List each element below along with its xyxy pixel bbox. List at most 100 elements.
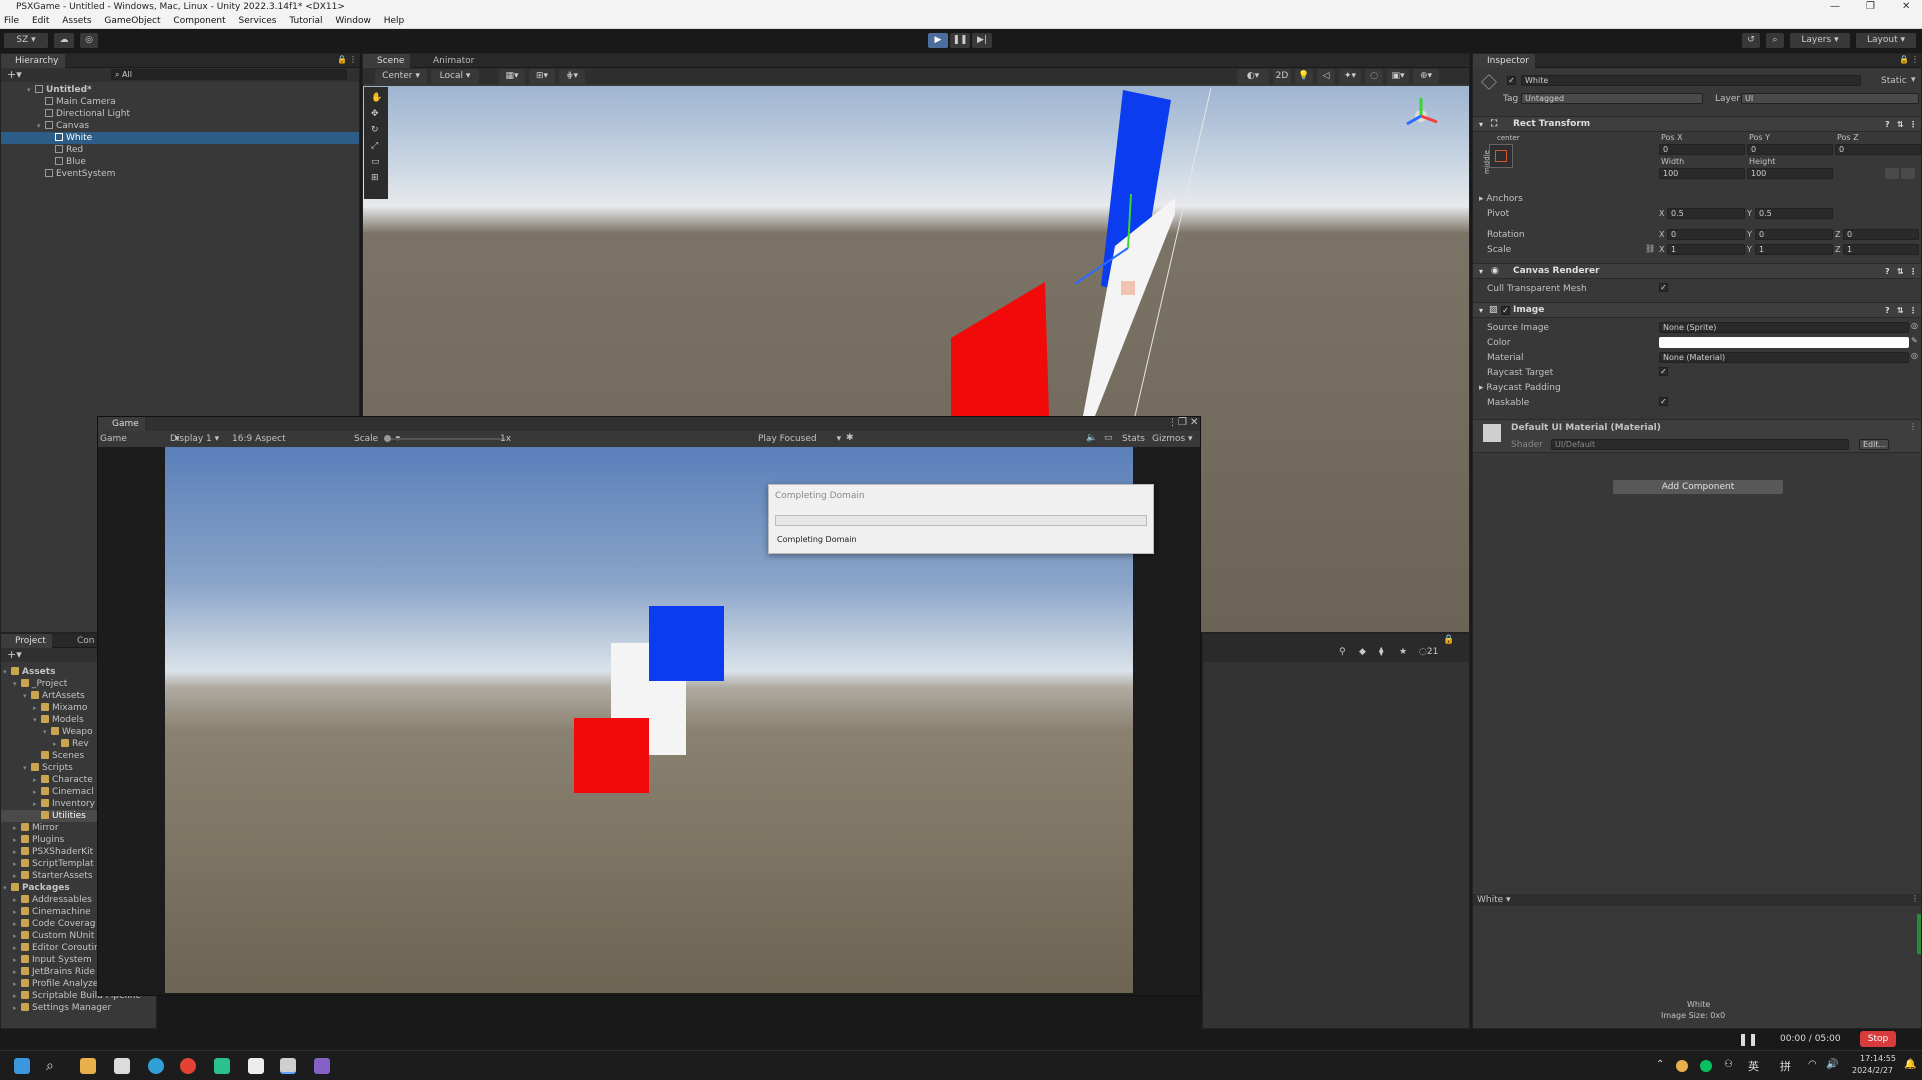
- hierarchy-item-scene[interactable]: ▾ Untitled*: [1, 84, 359, 96]
- active-checkbox[interactable]: ✓: [1507, 76, 1516, 85]
- gizmos-icon[interactable]: ⊕▾: [1413, 69, 1439, 84]
- rotation-x-field[interactable]: 0: [1667, 229, 1745, 240]
- label-filter-icon[interactable]: ⧫: [1379, 647, 1383, 657]
- raw-edit-button[interactable]: [1901, 168, 1915, 179]
- hierarchy-item-red[interactable]: Red: [1, 144, 359, 156]
- wifi-icon[interactable]: ◠: [1808, 1059, 1817, 1070]
- gizmos-dropdown[interactable]: Gizmos ▾: [1152, 434, 1193, 444]
- scale-z-field[interactable]: 1: [1843, 244, 1919, 255]
- project-item[interactable]: ▾ _Project: [1, 678, 67, 690]
- hierarchy-item-eventsystem[interactable]: EventSystem: [1, 168, 359, 180]
- chrome-icon[interactable]: [180, 1058, 196, 1074]
- lock-icon[interactable]: 🔒: [337, 55, 347, 64]
- link-icon[interactable]: ⛓: [1645, 244, 1655, 253]
- preset-icon[interactable]: ⇅: [1897, 303, 1904, 318]
- play-button[interactable]: ▶: [928, 33, 948, 48]
- pos-y-field[interactable]: 0: [1747, 144, 1833, 155]
- incremental-snap-icon[interactable]: ⋕▾: [559, 69, 585, 84]
- play-mode-dropdown[interactable]: Play Focused ▾: [758, 434, 841, 444]
- project-item[interactable]: ▸ Editor Coroutir: [1, 942, 98, 954]
- project-item[interactable]: ▾ Assets: [1, 666, 55, 678]
- project-item[interactable]: ▸ Code Coverag: [1, 918, 95, 930]
- visual-studio-icon[interactable]: [314, 1058, 330, 1074]
- hierarchy-item-blue[interactable]: Blue: [1, 156, 359, 168]
- project-item[interactable]: ▸ PSXShaderKit: [1, 846, 93, 858]
- project-item[interactable]: ▾ Weapo: [1, 726, 93, 738]
- clock-time[interactable]: 17:14:55: [1860, 1054, 1896, 1063]
- project-item[interactable]: ▸ Rev: [1, 738, 89, 750]
- raycast-padding-foldout[interactable]: ▸ Raycast Padding: [1479, 383, 1561, 393]
- account-dropdown[interactable]: SZ ▾: [4, 33, 48, 48]
- audio-icon[interactable]: ◁: [1317, 69, 1335, 84]
- type-filter-icon[interactable]: ◆: [1359, 647, 1366, 657]
- static-dropdown-icon[interactable]: ▾: [1911, 75, 1916, 85]
- hierarchy-item-main-camera[interactable]: Main Camera: [1, 96, 359, 108]
- anchor-presets-button[interactable]: [1489, 144, 1513, 168]
- image-header[interactable]: ▾ ▨ ✓ Image ? ⇅ ⋮: [1473, 302, 1921, 318]
- pivot-y-field[interactable]: 0.5: [1755, 208, 1833, 219]
- favorite-icon[interactable]: ★: [1399, 647, 1407, 657]
- maximize-icon[interactable]: ❐: [1866, 0, 1875, 14]
- lighting-icon[interactable]: 💡: [1295, 69, 1313, 84]
- height-field[interactable]: 100: [1747, 168, 1833, 179]
- shading-mode-icon[interactable]: ◐▾: [1237, 69, 1269, 84]
- source-image-field[interactable]: None (Sprite): [1659, 322, 1909, 333]
- grid-snap-icon[interactable]: ▦▾: [499, 69, 525, 84]
- project-item[interactable]: Scenes: [1, 750, 84, 762]
- project-item[interactable]: ▸ ScriptTemplat: [1, 858, 94, 870]
- hierarchy-search-input[interactable]: ⌕ All: [111, 69, 347, 80]
- scale-y-field[interactable]: 1: [1755, 244, 1833, 255]
- unity-editor-icon[interactable]: [280, 1058, 296, 1074]
- project-item[interactable]: ▸ Mirror: [1, 822, 59, 834]
- menu-help[interactable]: Help: [384, 16, 405, 26]
- lock-icon[interactable]: 🔒: [1443, 635, 1454, 645]
- rect-handle[interactable]: [1121, 281, 1135, 295]
- foldout-icon[interactable]: ▾: [1479, 264, 1483, 279]
- eyedropper-icon[interactable]: ✎: [1911, 336, 1918, 345]
- foldout-icon[interactable]: ▾: [1479, 117, 1483, 132]
- project-item[interactable]: ▸ Addressables: [1, 894, 92, 906]
- scale-x-field[interactable]: 1: [1667, 244, 1745, 255]
- project-item[interactable]: ▸ Cinemachine: [1, 906, 91, 918]
- pivot-space-dropdown[interactable]: Local ▾: [431, 69, 479, 84]
- help-icon[interactable]: ?: [1885, 117, 1890, 132]
- more-icon[interactable]: ⋮: [1168, 418, 1177, 428]
- chatgpt-icon[interactable]: [214, 1058, 230, 1074]
- edge-icon[interactable]: [148, 1058, 164, 1074]
- close-icon[interactable]: ✕: [1902, 0, 1910, 14]
- start-icon[interactable]: [14, 1058, 30, 1074]
- material-field[interactable]: None (Material): [1659, 352, 1909, 363]
- tray-expand-icon[interactable]: ⌃: [1656, 1059, 1664, 1070]
- rotation-z-field[interactable]: 0: [1843, 229, 1919, 240]
- shader-dropdown[interactable]: UI/Default: [1551, 439, 1849, 450]
- tray-network-icon[interactable]: ⚇: [1724, 1059, 1733, 1070]
- recorder-pause-icon[interactable]: ❚❚: [1738, 1032, 1758, 1046]
- settings-icon[interactable]: ✱: [846, 433, 854, 443]
- project-item[interactable]: ▸ Settings Manager: [1, 1002, 111, 1014]
- lock-icon[interactable]: 🔒: [1899, 55, 1909, 64]
- project-item[interactable]: ▸ Characte: [1, 774, 93, 786]
- project-item[interactable]: ▸ StarterAssets: [1, 870, 93, 882]
- tab-console[interactable]: Con: [63, 634, 101, 648]
- clock-date[interactable]: 2024/2/27: [1852, 1066, 1893, 1075]
- search-icon[interactable]: ⌕: [1766, 33, 1784, 48]
- tray-app-icon[interactable]: [1676, 1060, 1688, 1072]
- pivot-x-field[interactable]: 0.5: [1667, 208, 1745, 219]
- menu-edit[interactable]: Edit: [32, 16, 49, 26]
- mute-icon[interactable]: 🔈: [1086, 433, 1097, 443]
- pos-z-field[interactable]: 0: [1835, 144, 1921, 155]
- layer-dropdown[interactable]: UI: [1741, 93, 1919, 104]
- keyboard-icon[interactable]: ▭: [1104, 433, 1113, 443]
- ime-language[interactable]: 英: [1748, 1058, 1759, 1074]
- preset-icon[interactable]: ⇅: [1897, 117, 1904, 132]
- pos-x-field[interactable]: 0: [1659, 144, 1745, 155]
- tab-animator[interactable]: Animator: [419, 54, 480, 68]
- wechat-icon[interactable]: [1700, 1060, 1712, 1072]
- menu-assets[interactable]: Assets: [62, 16, 91, 26]
- help-icon[interactable]: ?: [1885, 303, 1890, 318]
- filter-icon[interactable]: ⚲: [1339, 647, 1346, 657]
- rotation-y-field[interactable]: 0: [1755, 229, 1833, 240]
- hidden-count-icon[interactable]: ◌21: [1419, 647, 1438, 657]
- add-asset-icon[interactable]: +▾: [7, 648, 22, 661]
- more-icon[interactable]: ⋮: [1911, 894, 1919, 903]
